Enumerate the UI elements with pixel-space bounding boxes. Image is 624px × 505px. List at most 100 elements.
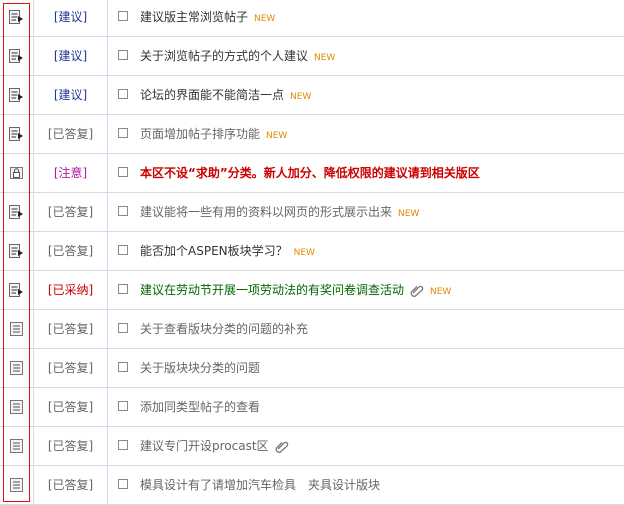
select-checkbox[interactable]	[118, 89, 128, 99]
topic-type-cell: [建议]	[34, 76, 108, 114]
topic-title: 论坛的界面能不能简洁一点 NEW	[140, 76, 311, 116]
topic-status-cell	[0, 271, 34, 309]
topic-type-link[interactable]: [已答复]	[48, 361, 93, 375]
topic-type-link[interactable]: [已答复]	[48, 205, 93, 219]
topic-type-link[interactable]: [已答复]	[48, 322, 93, 336]
topic-type-link[interactable]: [已采纳]	[48, 283, 93, 297]
topic-title-link[interactable]: 建议专门开设procast区	[140, 439, 269, 453]
topic-type-cell: [已答复]	[34, 349, 108, 387]
topic-title-cell: 模具设计有了请增加汽车检具 夹具设计版块	[108, 466, 624, 504]
select-checkbox[interactable]	[118, 167, 128, 177]
topic-status-cell	[0, 37, 34, 75]
topic-title: 建议版主常浏览帖子 NEW	[140, 0, 275, 38]
thread-list: [建议] 建议版主常浏览帖子 NEW [建议] 关于浏览帖子的方式的个人建议 NEW [建议…	[0, 0, 624, 505]
select-checkbox[interactable]	[118, 362, 128, 372]
topic-status-cell	[0, 466, 34, 504]
topic-type-link[interactable]: [已答复]	[48, 478, 93, 492]
thread-row[interactable]: [已答复] 能否加个ASPEN板块学习？ NEW	[0, 232, 624, 271]
topic-title: 关于浏览帖子的方式的个人建议 NEW	[140, 37, 335, 77]
topic-title-link[interactable]: 关于版块块分类的问题	[140, 361, 260, 375]
thread-row[interactable]: [已答复] 添加同类型帖子的查看	[0, 388, 624, 427]
new-reply-icon[interactable]	[9, 244, 24, 258]
topic-title: 能否加个ASPEN板块学习？ NEW	[140, 232, 315, 272]
thread-row[interactable]: [注意] 本区不设“求助”分类。新人加分、降低权限的建议请到相关版区	[0, 154, 624, 193]
select-checkbox[interactable]	[118, 479, 128, 489]
topic-type-cell: [已答复]	[34, 115, 108, 153]
select-checkbox[interactable]	[118, 206, 128, 216]
topic-title-link[interactable]: 建议版主常浏览帖子	[140, 10, 248, 24]
topic-title-link[interactable]: 建议能将一些有用的资料以网页的形式展示出来	[140, 205, 392, 219]
new-reply-icon[interactable]	[9, 10, 24, 24]
select-checkbox[interactable]	[118, 128, 128, 138]
topic-title-link[interactable]: 添加同类型帖子的查看	[140, 400, 260, 414]
topic-type-link[interactable]: [建议]	[54, 10, 87, 24]
topic-title-cell: 本区不设“求助”分类。新人加分、降低权限的建议请到相关版区	[108, 154, 624, 192]
topic-icon[interactable]	[9, 322, 24, 336]
select-checkbox[interactable]	[118, 401, 128, 411]
topic-icon[interactable]	[9, 478, 24, 492]
thread-row[interactable]: [已答复] 关于查看版块分类的问题的补充	[0, 310, 624, 349]
topic-title-link[interactable]: 页面增加帖子排序功能	[140, 127, 260, 141]
topic-title-cell: 关于查看版块分类的问题的补充	[108, 310, 624, 348]
topic-icon[interactable]	[9, 400, 24, 414]
new-badge: NEW	[398, 209, 420, 219]
new-badge: NEW	[430, 287, 452, 297]
topic-icon[interactable]	[9, 361, 24, 375]
topic-title: 建议能将一些有用的资料以网页的形式展示出来 NEW	[140, 193, 419, 233]
topic-type-link[interactable]: [建议]	[54, 88, 87, 102]
select-checkbox[interactable]	[118, 323, 128, 333]
topic-status-cell	[0, 232, 34, 270]
topic-status-cell	[0, 349, 34, 387]
new-reply-icon[interactable]	[9, 88, 24, 102]
thread-row[interactable]: [建议] 关于浏览帖子的方式的个人建议 NEW	[0, 37, 624, 76]
attachment-icon	[275, 441, 288, 453]
topic-title-link[interactable]: 能否加个ASPEN板块学习？	[140, 244, 288, 258]
topic-type-cell: [注意]	[34, 154, 108, 192]
thread-row[interactable]: [已采纳] 建议在劳动节开展一项劳动法的有奖问卷调查活动 NEW	[0, 271, 624, 310]
topic-icon[interactable]	[9, 439, 24, 453]
topic-status-cell	[0, 0, 34, 36]
thread-row[interactable]: [已答复] 模具设计有了请增加汽车检具 夹具设计版块	[0, 466, 624, 505]
thread-row[interactable]: [已答复] 建议能将一些有用的资料以网页的形式展示出来 NEW	[0, 193, 624, 232]
lock-icon[interactable]	[9, 166, 24, 180]
topic-type-link[interactable]: [已答复]	[48, 244, 93, 258]
thread-row[interactable]: [建议] 建议版主常浏览帖子 NEW	[0, 0, 624, 37]
topic-title-cell: 关于浏览帖子的方式的个人建议 NEW	[108, 37, 624, 75]
topic-title-link[interactable]: 本区不设“求助”分类。新人加分、降低权限的建议请到相关版区	[140, 166, 480, 180]
topic-title-link[interactable]: 关于查看版块分类的问题的补充	[140, 322, 308, 336]
topic-title-link[interactable]: 建议在劳动节开展一项劳动法的有奖问卷调查活动	[140, 283, 404, 297]
topic-type-link[interactable]: [已答复]	[48, 439, 93, 453]
topic-title: 建议专门开设procast区	[140, 427, 289, 465]
thread-row[interactable]: [已答复] 关于版块块分类的问题	[0, 349, 624, 388]
new-reply-icon[interactable]	[9, 49, 24, 63]
new-reply-icon[interactable]	[9, 127, 24, 141]
topic-type-link[interactable]: [已答复]	[48, 400, 93, 414]
thread-row[interactable]: [建议] 论坛的界面能不能简洁一点 NEW	[0, 76, 624, 115]
topic-title-cell: 建议能将一些有用的资料以网页的形式展示出来 NEW	[108, 193, 624, 231]
new-badge: NEW	[314, 53, 336, 63]
topic-type-link[interactable]: [建议]	[54, 49, 87, 63]
topic-title-link[interactable]: 模具设计有了请增加汽车检具 夹具设计版块	[140, 478, 380, 492]
new-reply-icon[interactable]	[9, 283, 24, 297]
select-checkbox[interactable]	[118, 284, 128, 294]
topic-type-link[interactable]: [注意]	[54, 166, 87, 180]
topic-title-cell: 建议版主常浏览帖子 NEW	[108, 0, 624, 36]
new-reply-icon[interactable]	[9, 205, 24, 219]
topic-type-cell: [已答复]	[34, 388, 108, 426]
attachment-icon	[410, 285, 424, 297]
topic-type-link[interactable]: [已答复]	[48, 127, 93, 141]
thread-row[interactable]: [已答复] 页面增加帖子排序功能 NEW	[0, 115, 624, 154]
topic-title: 页面增加帖子排序功能 NEW	[140, 115, 287, 155]
thread-row[interactable]: [已答复] 建议专门开设procast区	[0, 427, 624, 466]
new-badge: NEW	[293, 248, 315, 258]
select-checkbox[interactable]	[118, 245, 128, 255]
new-badge: NEW	[266, 131, 288, 141]
topic-title-link[interactable]: 关于浏览帖子的方式的个人建议	[140, 49, 308, 63]
select-checkbox[interactable]	[118, 11, 128, 21]
select-checkbox[interactable]	[118, 50, 128, 60]
topic-title-link[interactable]: 论坛的界面能不能简洁一点	[140, 88, 284, 102]
topic-title-cell: 关于版块块分类的问题	[108, 349, 624, 387]
topic-title-cell: 建议专门开设procast区	[108, 427, 624, 465]
topic-title: 模具设计有了请增加汽车检具 夹具设计版块	[140, 466, 380, 504]
select-checkbox[interactable]	[118, 440, 128, 450]
